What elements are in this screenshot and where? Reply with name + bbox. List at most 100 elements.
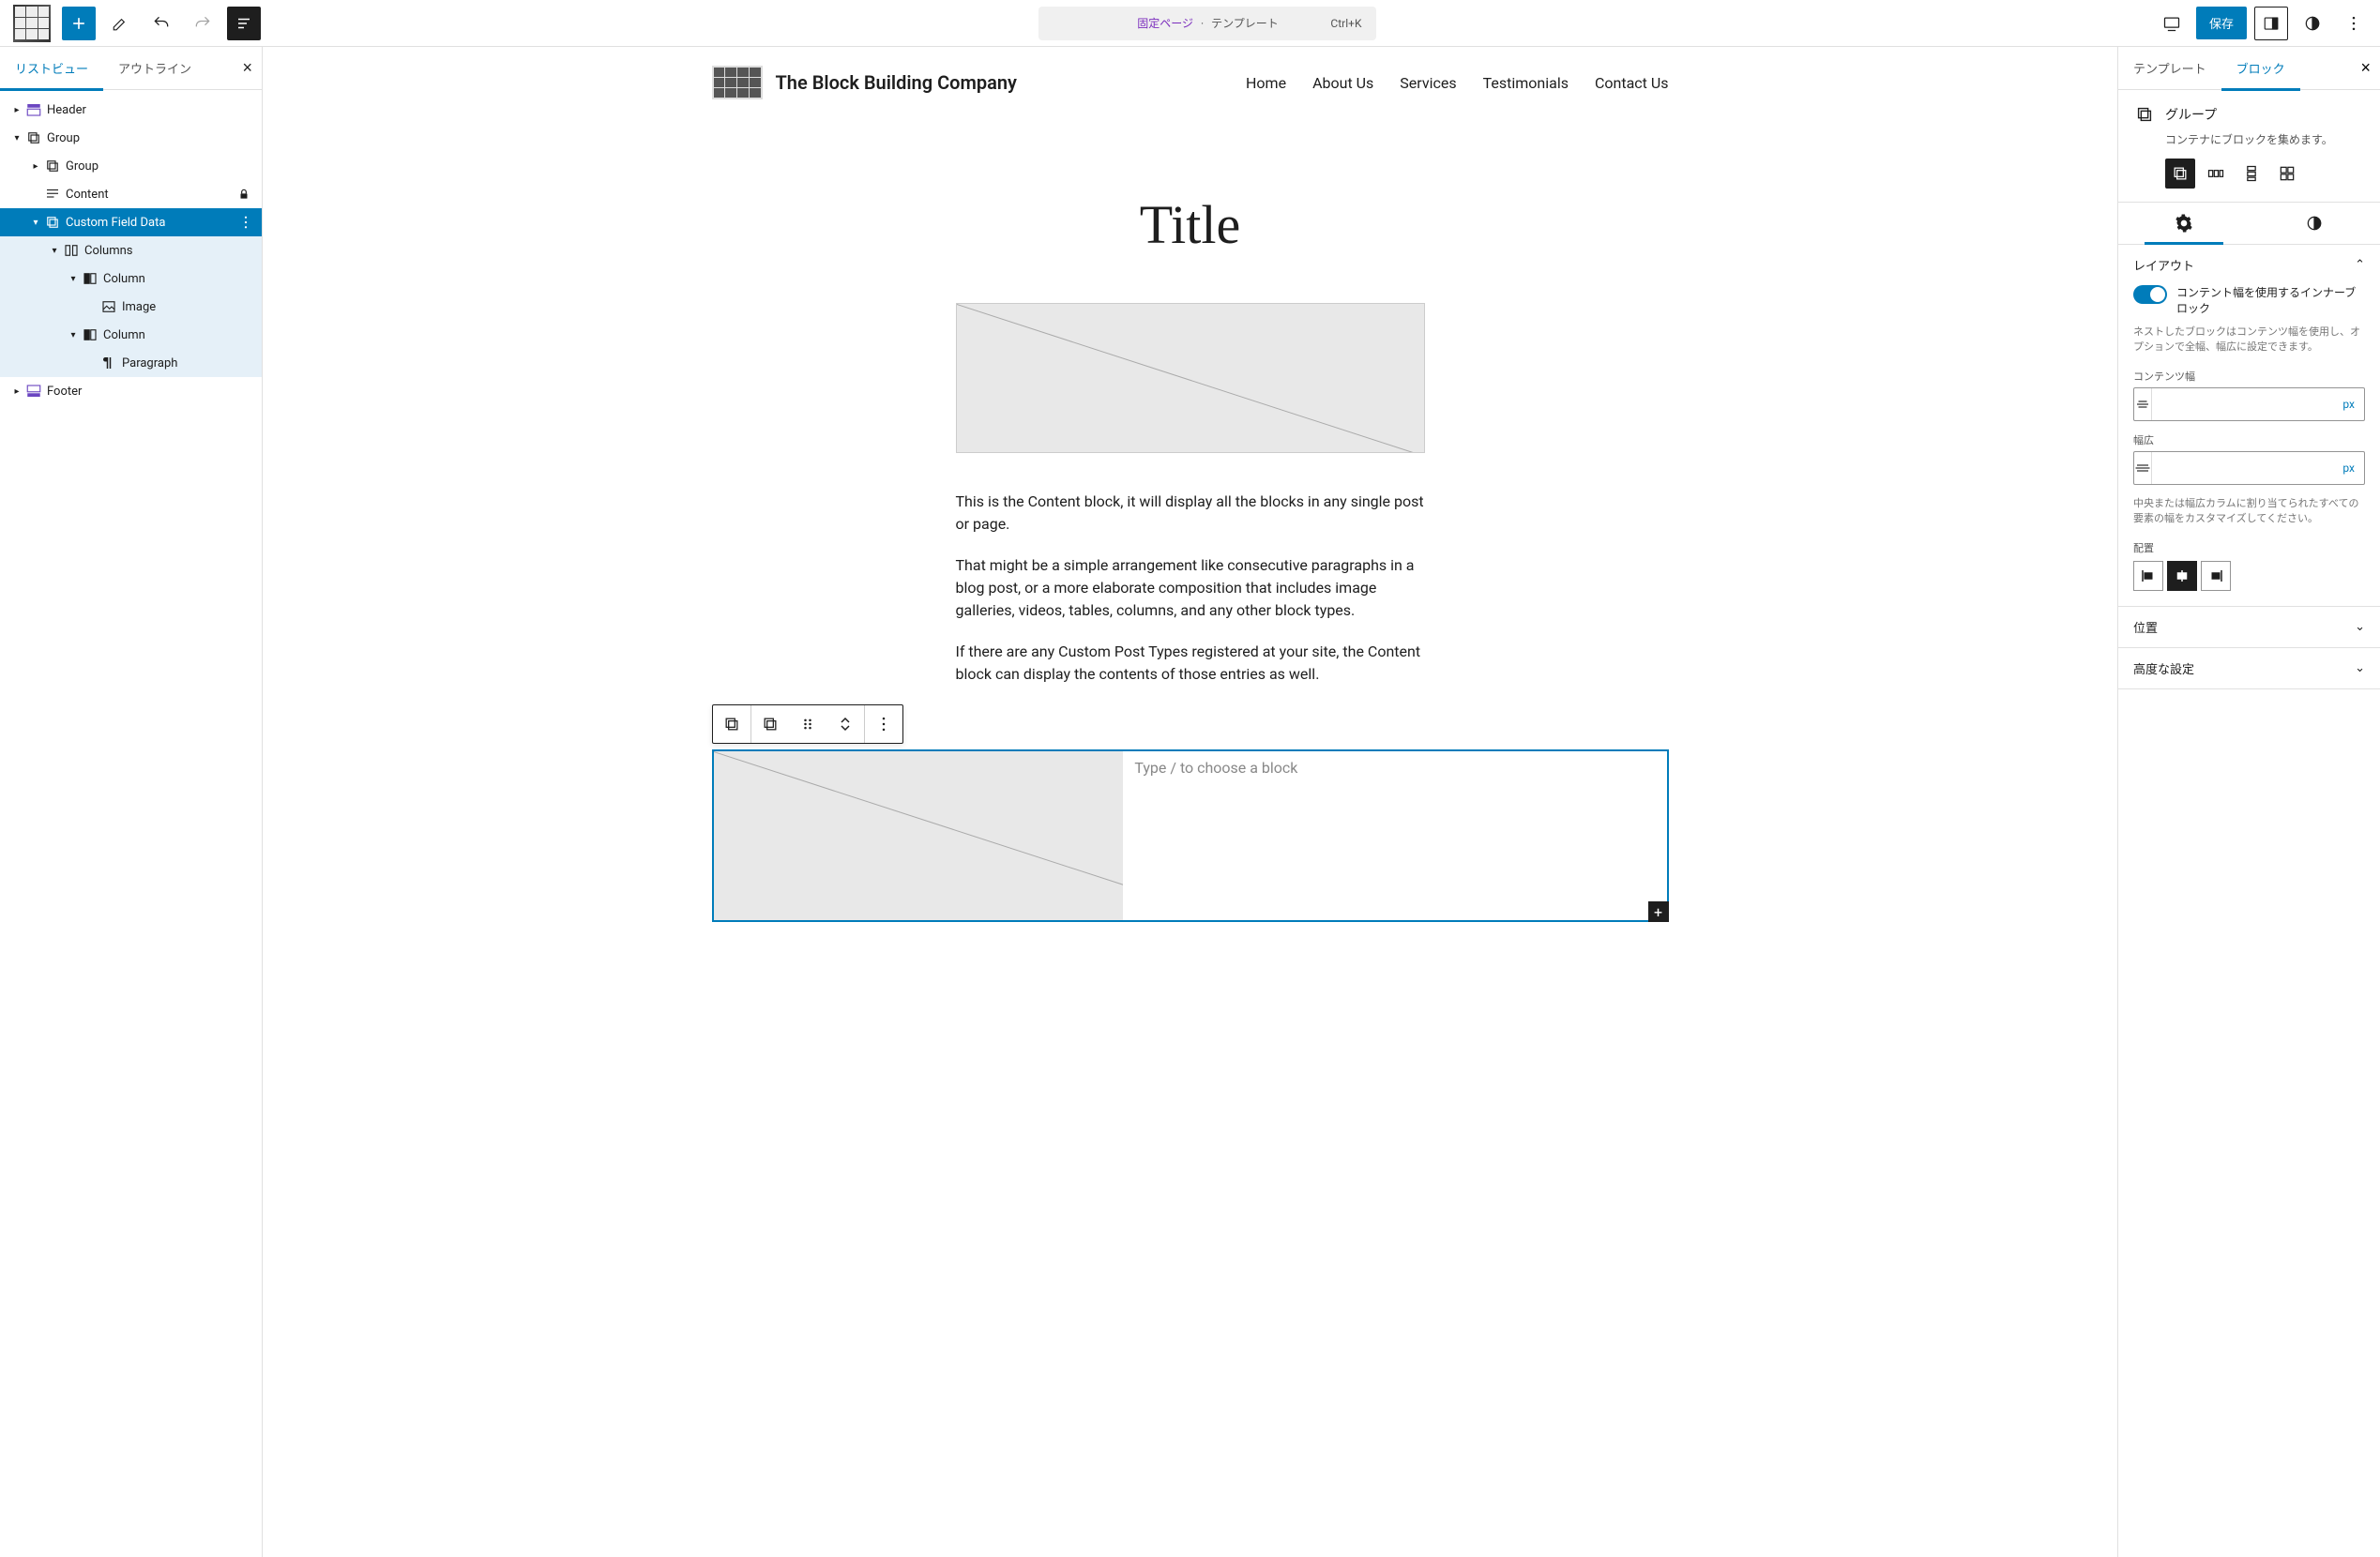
site-logo-button[interactable]: [9, 1, 54, 46]
template-label: テンプレート: [1211, 15, 1279, 31]
site-logo-icon[interactable]: [712, 66, 763, 99]
tree-item-header[interactable]: ▸ Header: [0, 96, 262, 124]
column-image[interactable]: [714, 751, 1124, 920]
desktop-icon: [2162, 14, 2181, 33]
content-paragraph[interactable]: That might be a simple arrangement like …: [956, 554, 1425, 622]
sub-tab-settings[interactable]: [2118, 203, 2250, 244]
advanced-section-toggle[interactable]: 高度な設定 ⌄: [2118, 648, 2380, 688]
nav-link[interactable]: About Us: [1312, 74, 1373, 92]
row-icon: [2206, 164, 2225, 183]
tab-list-view[interactable]: リストビュー: [0, 47, 103, 90]
justify-center-button[interactable]: [2167, 561, 2197, 591]
options-button[interactable]: [2337, 7, 2371, 40]
image-placeholder[interactable]: [956, 303, 1425, 453]
variation-group-button[interactable]: [2165, 159, 2195, 189]
close-settings-button[interactable]: ×: [2360, 58, 2371, 78]
document-title-bar[interactable]: 固定ページ · テンプレート Ctrl+K: [1038, 7, 1376, 40]
block-type-button[interactable]: [713, 705, 750, 743]
page-title[interactable]: Title: [712, 193, 1669, 256]
tree-item-custom-field-data[interactable]: ▾ Custom Field Data: [0, 208, 262, 236]
variation-grid-button[interactable]: [2272, 159, 2302, 189]
undo-button[interactable]: [144, 7, 178, 40]
drag-handle[interactable]: [789, 705, 826, 743]
header-icon: [24, 101, 43, 118]
stack-icon: [2242, 164, 2261, 183]
variation-row-button[interactable]: [2201, 159, 2231, 189]
list-view-panel: リストビュー アウトライン × ▸ Header ▾: [0, 47, 263, 1557]
align-left-icon: [2140, 567, 2157, 584]
tree-item-content[interactable]: Content: [0, 180, 262, 208]
justify-left-button[interactable]: [2133, 561, 2163, 591]
align-right-icon: [2207, 567, 2224, 584]
move-up-down-button[interactable]: [826, 705, 864, 743]
block-inserter-button[interactable]: [62, 7, 96, 40]
chevron-down-icon: ▾: [9, 133, 24, 144]
tree-item-image[interactable]: Image: [0, 293, 262, 321]
tab-outline[interactable]: アウトライン: [103, 47, 206, 90]
list-view-icon: [235, 15, 252, 32]
selected-group-block[interactable]: Type / to choose a block +: [712, 749, 1669, 922]
block-name: グループ: [2165, 105, 2217, 124]
nav-link[interactable]: Testimonials: [1483, 74, 1569, 92]
chevron-up-icon: ⌃: [2355, 258, 2365, 272]
group-icon: [24, 129, 43, 146]
wide-width-input[interactable]: [2152, 452, 2333, 484]
settings-panel: テンプレート ブロック × グループ コンテナにブロックを集めます。: [2117, 47, 2380, 1557]
content-width-input[interactable]: [2152, 388, 2333, 420]
tree-item-group[interactable]: ▸ Group: [0, 152, 262, 180]
content-width-icon: [2134, 388, 2152, 420]
content-paragraph[interactable]: If there are any Custom Post Types regis…: [956, 641, 1425, 686]
styles-button[interactable]: [2296, 7, 2329, 40]
plus-icon: +: [1654, 903, 1662, 921]
chevron-down-icon: ⌄: [2355, 620, 2365, 634]
variation-stack-button[interactable]: [2236, 159, 2266, 189]
tree-item-paragraph[interactable]: Paragraph: [0, 349, 262, 377]
nav-link[interactable]: Services: [1400, 74, 1456, 92]
tree-item-columns[interactable]: ▾ Columns: [0, 236, 262, 265]
settings-sidebar-toggle[interactable]: [2254, 7, 2288, 40]
sidebar-icon: [2263, 15, 2280, 32]
content-paragraph[interactable]: This is the Content block, it will displ…: [956, 491, 1425, 536]
editor-canvas[interactable]: The Block Building Company Home About Us…: [263, 47, 2117, 1557]
add-block-button[interactable]: +: [1648, 901, 1669, 922]
more-vertical-icon: [2344, 14, 2363, 33]
redo-button[interactable]: [186, 7, 220, 40]
chevron-down-icon: [840, 724, 851, 732]
undo-icon: [152, 14, 171, 33]
tab-template[interactable]: テンプレート: [2118, 47, 2221, 90]
tree-item-footer[interactable]: ▸ Footer: [0, 377, 262, 405]
nav-link[interactable]: Contact Us: [1595, 74, 1669, 92]
image-placeholder[interactable]: [714, 751, 1124, 920]
layout-section-toggle[interactable]: レイアウト ⌃: [2118, 245, 2380, 285]
nav-link[interactable]: Home: [1246, 74, 1286, 92]
column-paragraph[interactable]: Type / to choose a block: [1123, 751, 1666, 920]
document-overview-button[interactable]: [227, 7, 261, 40]
tree-item-column[interactable]: ▾ Column: [0, 321, 262, 349]
more-vertical-icon[interactable]: [237, 214, 254, 231]
block-options-button[interactable]: [865, 705, 902, 743]
tab-block[interactable]: ブロック: [2221, 47, 2300, 90]
unit-selector[interactable]: px: [2333, 398, 2364, 411]
shortcut-hint: Ctrl+K: [1330, 17, 1361, 30]
inner-blocks-toggle[interactable]: [2133, 285, 2167, 304]
content-width-label: コンテンツ幅: [2133, 369, 2365, 384]
block-tree: ▸ Header ▾ Group ▸: [0, 90, 262, 1557]
unit-selector[interactable]: px: [2333, 461, 2364, 475]
chevron-right-icon: ▸: [9, 105, 24, 115]
tree-item-group[interactable]: ▾ Group: [0, 124, 262, 152]
select-parent-button[interactable]: [751, 705, 789, 743]
site-navigation: Home About Us Services Testimonials Cont…: [1246, 74, 1668, 92]
site-header: The Block Building Company Home About Us…: [712, 47, 1669, 109]
justify-right-button[interactable]: [2201, 561, 2231, 591]
tree-item-column[interactable]: ▾ Column: [0, 265, 262, 293]
position-section-toggle[interactable]: 位置 ⌄: [2118, 607, 2380, 647]
toggle-label: コンテント幅を使用するインナーブロック: [2176, 285, 2365, 317]
site-title[interactable]: The Block Building Company: [776, 71, 1017, 94]
view-button[interactable]: [2155, 7, 2189, 40]
tools-button[interactable]: [103, 7, 137, 40]
save-button[interactable]: 保存: [2196, 7, 2247, 39]
close-list-view-button[interactable]: ×: [242, 58, 252, 78]
justify-label: 配置: [2133, 540, 2365, 555]
sub-tab-styles[interactable]: [2250, 203, 2380, 244]
group-icon: [43, 214, 62, 231]
